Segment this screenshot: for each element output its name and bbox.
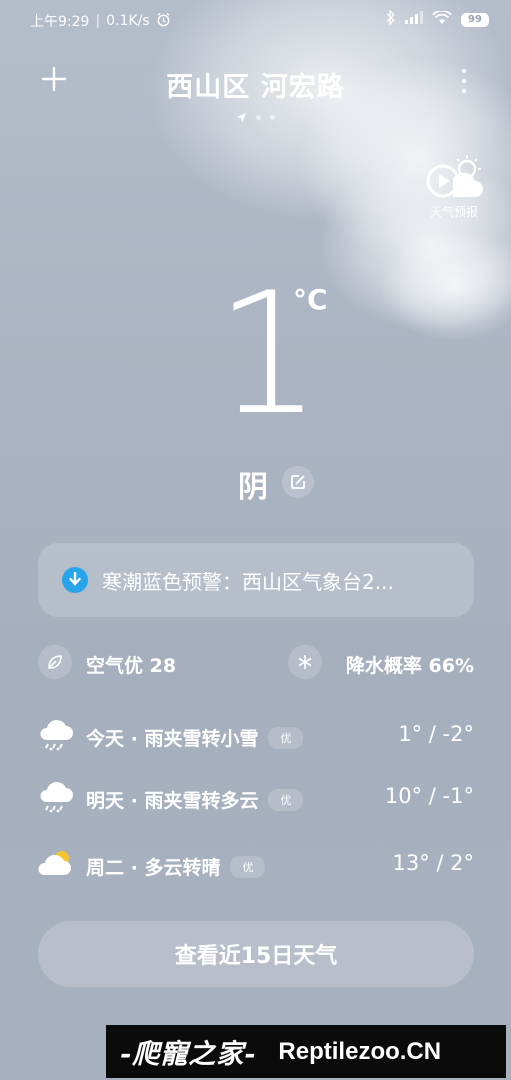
warning-down-icon xyxy=(62,567,88,593)
header: 西山区 河宏路 xyxy=(0,55,511,125)
alarm-icon xyxy=(156,12,171,31)
page-dot xyxy=(256,115,261,120)
leaf-icon xyxy=(38,645,72,679)
cloudy-sun-icon xyxy=(38,847,74,881)
forecast-row-tuesday[interactable]: 周二 · 多云转晴 优 13° / 2° xyxy=(38,845,474,885)
battery-indicator: 99 xyxy=(461,12,489,27)
status-bar: 上午9:29 | 0.1K/s 99 xyxy=(0,0,511,40)
forecast-temp: 10° / -1° xyxy=(384,784,474,808)
page-dot xyxy=(270,115,275,120)
alert-text: 寒潮蓝色预警：西山区气象台2... xyxy=(102,569,394,594)
play-weather-icon xyxy=(425,155,485,205)
aqi-label[interactable]: 空气优 28 xyxy=(86,651,176,678)
forecast-row-today[interactable]: 今天 · 雨夹雪转小雪 优 1° / -2° xyxy=(38,716,474,756)
weather-forecast-video-button[interactable]: 天气预报 xyxy=(419,155,489,225)
network-speed: 0.1K/s xyxy=(106,13,150,29)
air-quality-row: 空气优 28 降水概率 66% xyxy=(38,645,474,681)
current-condition: 阴 xyxy=(238,470,268,505)
bluetooth-icon xyxy=(386,9,396,29)
forecast-day-text: 周二 · 多云转晴 xyxy=(86,857,221,879)
location-arrow-icon xyxy=(236,108,247,127)
status-separator: | xyxy=(95,13,101,29)
snowflake-icon xyxy=(288,645,322,679)
page-indicator xyxy=(0,108,511,127)
rain-snow-icon xyxy=(38,718,74,752)
forecast-row-tomorrow[interactable]: 明天 · 雨夹雪转多云 优 10° / -1° xyxy=(38,778,474,818)
aqi-badge: 优 xyxy=(230,855,266,878)
temperature-unit: °C xyxy=(293,283,328,316)
forecast-day-text: 明天 · 雨夹雪转多云 xyxy=(86,790,259,812)
more-vertical-icon[interactable] xyxy=(459,69,469,93)
aqi-badge: 优 xyxy=(268,788,304,811)
wifi-icon xyxy=(432,9,452,29)
watermark-logo: -爬寵之家- xyxy=(120,1039,257,1070)
signal-icon xyxy=(405,11,423,28)
watermark-site: Reptilezoo.CN xyxy=(278,1037,442,1065)
location-title[interactable]: 西山区 河宏路 xyxy=(0,65,511,104)
aqi-badge: 优 xyxy=(268,726,304,749)
forecast-day-text: 今天 · 雨夹雪转小雪 xyxy=(86,728,259,750)
rain-snow-icon xyxy=(38,780,74,814)
forecast-temp: 13° / 2° xyxy=(392,851,474,875)
share-edit-icon[interactable] xyxy=(282,466,314,498)
forecast-video-label: 天气预报 xyxy=(429,205,478,219)
status-time: 上午9:29 xyxy=(30,14,90,30)
precipitation-label: 降水概率 66% xyxy=(345,655,474,677)
forecast-temp: 1° / -2° xyxy=(398,722,474,746)
weather-alert-banner[interactable]: 寒潮蓝色预警：西山区气象台2... xyxy=(38,543,474,617)
watermark-banner: -爬寵之家- Reptilezoo.CN xyxy=(106,1025,506,1078)
view-15-day-button[interactable]: 查看近15日天气 xyxy=(38,921,474,987)
